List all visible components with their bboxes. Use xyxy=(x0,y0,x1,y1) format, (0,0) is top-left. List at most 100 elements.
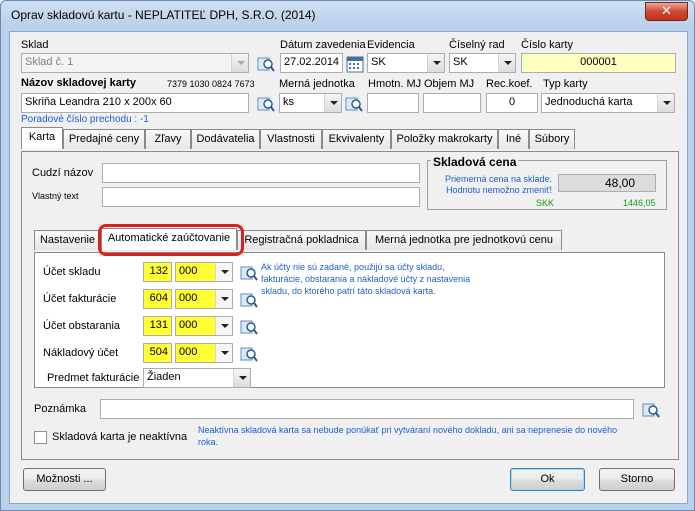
syn-value: 132 xyxy=(149,265,168,277)
evidencia-select[interactable]: SK xyxy=(367,53,445,73)
predmet-label: Predmet fakturácie xyxy=(47,372,140,384)
tab-label: Vlastnosti xyxy=(267,133,315,145)
neaktivna-checkbox[interactable] xyxy=(34,431,47,444)
evidencia-value: SK xyxy=(371,56,386,68)
poradove-cislo-text: Poradové číslo prechodu : -1 xyxy=(21,114,149,125)
neaktivna-note: Neaktívna skladová karta sa nebude ponúk… xyxy=(198,425,618,447)
merna-jednotka-select[interactable]: ks xyxy=(279,93,342,113)
ucet-obstarania-anal[interactable]: 000 xyxy=(175,316,233,336)
syn-value: 131 xyxy=(149,319,168,331)
zoom-search-icon[interactable] xyxy=(641,400,660,418)
zoom-search-icon[interactable] xyxy=(256,94,275,112)
zoom-search-icon[interactable] xyxy=(256,54,275,72)
zoom-search-icon[interactable] xyxy=(239,317,258,335)
zoom-search-icon[interactable] xyxy=(239,290,258,308)
window-title: Oprav skladovú kartu - NEPLATITEĽ DPH, S… xyxy=(11,8,316,22)
rec-koef-input[interactable]: 0 xyxy=(486,93,538,113)
zoom-search-icon[interactable] xyxy=(344,94,363,112)
anal-value: 000 xyxy=(179,292,198,304)
cislo-karty-input[interactable]: 000001 xyxy=(521,53,676,73)
ucet-skladu-syn[interactable]: 132 xyxy=(143,262,172,282)
cudzi-nazov-input[interactable] xyxy=(102,163,420,183)
chevron-down-icon[interactable] xyxy=(215,263,232,281)
zoom-search-icon[interactable] xyxy=(239,263,258,281)
chevron-down-icon[interactable] xyxy=(498,54,515,72)
skladova-cena-value: 48,00 xyxy=(558,174,656,192)
title-bar[interactable]: Oprav skladovú kartu - NEPLATITEĽ DPH, S… xyxy=(1,1,694,29)
objem-mj-input[interactable] xyxy=(423,93,481,113)
typ-karty-select[interactable]: Jednoduchá karta xyxy=(541,93,675,113)
zoom-search-icon[interactable] xyxy=(239,344,258,362)
ciselny-rad-select[interactable]: SK xyxy=(449,53,516,73)
ucet-obstarania-syn[interactable]: 131 xyxy=(143,316,172,336)
nakladovy-ucet-anal[interactable]: 000 xyxy=(175,343,233,363)
tab-subory[interactable]: Súbory xyxy=(529,129,575,149)
tab-label: Merná jednotka pre jednotkovú cenu xyxy=(375,234,553,246)
chevron-down-icon[interactable] xyxy=(215,290,232,308)
sklad-select[interactable]: Sklad č. 1 xyxy=(21,53,249,73)
currency-label: SKK xyxy=(536,198,555,208)
nakladovy-ucet-syn[interactable]: 504 xyxy=(143,343,172,363)
subtab-registracna-pokladnica[interactable]: Registračná pokladnica xyxy=(237,230,366,250)
calendar-icon[interactable] xyxy=(345,54,364,73)
evidencia-label: Evidencia xyxy=(367,39,415,51)
ok-button[interactable]: Ok xyxy=(510,468,585,491)
anal-value: 000 xyxy=(179,346,198,358)
tab-predajne-ceny[interactable]: Predajné ceny xyxy=(63,129,145,149)
tab-label: Nastavenie xyxy=(39,234,96,246)
tab-label: Položky makrokarty xyxy=(396,133,493,145)
ucet-skladu-label: Účet skladu xyxy=(43,266,101,278)
chevron-down-icon[interactable] xyxy=(427,54,444,72)
moznosti-button[interactable]: Možnosti ... xyxy=(23,468,106,491)
chevron-down-icon[interactable] xyxy=(215,317,232,335)
tab-ekvivalenty[interactable]: Ekvivalenty xyxy=(322,129,391,149)
storno-button[interactable]: Storno xyxy=(599,468,675,491)
tab-zlavy[interactable]: Zľavy xyxy=(145,129,191,149)
cislo-karty-label: Číslo karty xyxy=(521,39,573,51)
vlastny-text-input[interactable] xyxy=(102,187,420,207)
chevron-down-icon[interactable] xyxy=(231,54,248,72)
tab-label: Súbory xyxy=(534,133,570,145)
dialog-window: Oprav skladovú kartu - NEPLATITEĽ DPH, S… xyxy=(0,0,695,511)
ucet-fakturacie-syn[interactable]: 604 xyxy=(143,289,172,309)
subtab-nastavenie[interactable]: Nastavenie xyxy=(34,230,101,250)
datum-input[interactable]: 27.02.2014 xyxy=(280,53,343,73)
tab-karta[interactable]: Karta xyxy=(21,127,63,149)
tab-polozky-makrokarty[interactable]: Položky makrokarty xyxy=(391,129,498,149)
anal-value: 000 xyxy=(179,319,198,331)
converted-value: 1446,05 xyxy=(623,198,656,208)
nazov-value: Skriňa Leandra 210 x 200x 60 xyxy=(25,96,172,108)
anal-value: 000 xyxy=(179,265,198,277)
close-button[interactable]: ✕ xyxy=(645,2,688,21)
tab-dodavatelia[interactable]: Dodávatelia xyxy=(191,129,260,149)
rec-koef-value: 0 xyxy=(508,96,516,108)
sklad-value: Sklad č. 1 xyxy=(25,56,74,68)
merna-jednotka-value: ks xyxy=(283,96,294,108)
chevron-down-icon[interactable] xyxy=(324,94,341,112)
tab-ine[interactable]: Iné xyxy=(498,129,529,149)
ucet-obstarania-label: Účet obstarania xyxy=(43,320,121,332)
typ-karty-value: Jednoduchá karta xyxy=(545,96,633,108)
subtab-merna-jednotka[interactable]: Merná jednotka pre jednotkovú cenu xyxy=(366,230,562,250)
ciselny-rad-value: SK xyxy=(453,56,468,68)
neaktivna-label: Skladová karta je neaktívna xyxy=(52,431,188,443)
close-icon: ✕ xyxy=(661,4,672,19)
tab-vlastnosti[interactable]: Vlastnosti xyxy=(260,129,322,149)
datum-label: Dátum zavedenia xyxy=(280,39,366,51)
ucet-skladu-anal[interactable]: 000 xyxy=(175,262,233,282)
chevron-down-icon[interactable] xyxy=(657,94,674,112)
nazov-input[interactable]: Skriňa Leandra 210 x 200x 60 xyxy=(21,93,249,113)
predmet-select[interactable]: Žiaden xyxy=(143,368,251,388)
hmotn-mj-input[interactable] xyxy=(367,93,419,113)
ucet-fakturacie-anal[interactable]: 000 xyxy=(175,289,233,309)
moznosti-label: Možnosti ... xyxy=(36,473,93,485)
merna-jednotka-label: Merná jednotka xyxy=(279,78,355,90)
chevron-down-icon[interactable] xyxy=(233,369,250,387)
dialog-client: Sklad Sklad č. 1 Dátum zavedenia 27.02.2… xyxy=(9,31,688,504)
datum-value: 27.02.2014 xyxy=(284,56,340,68)
cislo-karty-value: 000001 xyxy=(580,56,617,68)
poznamka-input[interactable] xyxy=(100,399,634,419)
auto-zauctovanie-panel: Účet skladu 132 000 Účet fakturácie 604 … xyxy=(34,252,665,388)
ciselny-rad-label: Číselný rad xyxy=(449,39,505,51)
chevron-down-icon[interactable] xyxy=(215,344,232,362)
